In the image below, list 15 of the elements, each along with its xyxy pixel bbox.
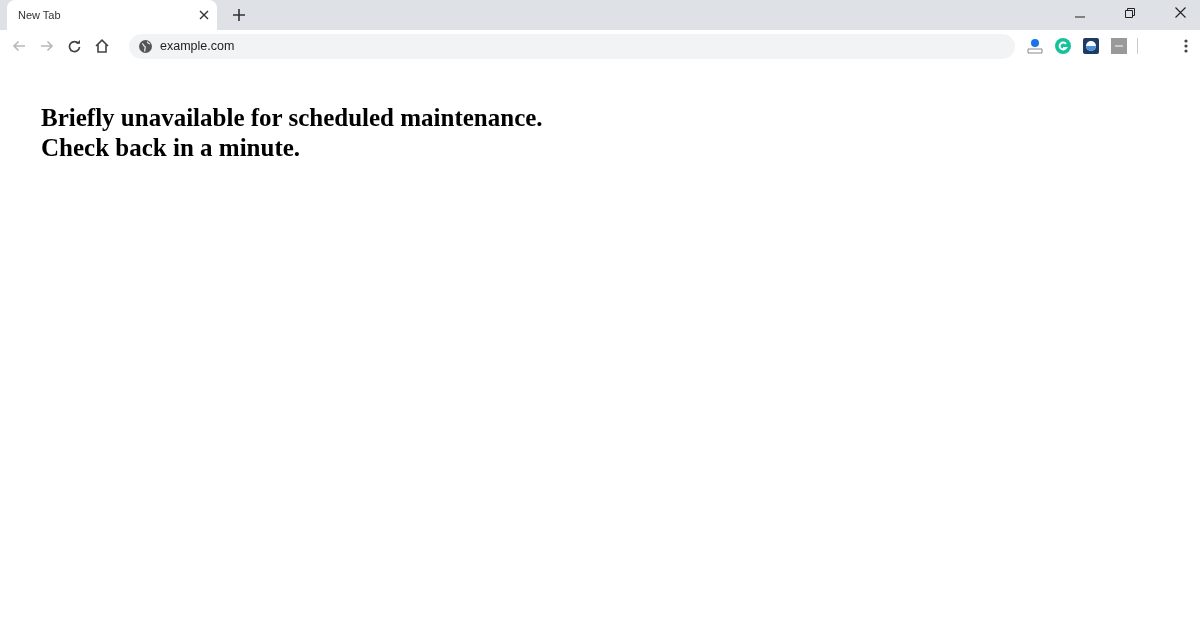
reload-icon[interactable] [68,39,81,53]
extension-icon[interactable] [1083,38,1099,54]
tab-title: New Tab [18,9,62,21]
new-tab-icon[interactable] [233,9,245,21]
close-icon[interactable] [1175,7,1186,18]
maintenance-message: Briefly unavailable for scheduled maintenance. [41,103,543,133]
browser-tab[interactable]: New Tab [7,0,217,30]
close-icon[interactable] [199,10,209,20]
home-icon[interactable] [95,39,109,53]
globe-icon [139,39,152,53]
url-text: example.com [160,39,235,53]
menu-icon[interactable] [1184,39,1188,53]
address-bar[interactable]: example.com [129,33,1015,59]
restore-icon[interactable] [1125,8,1135,18]
maintenance-message: Check back in a minute. [41,133,301,163]
